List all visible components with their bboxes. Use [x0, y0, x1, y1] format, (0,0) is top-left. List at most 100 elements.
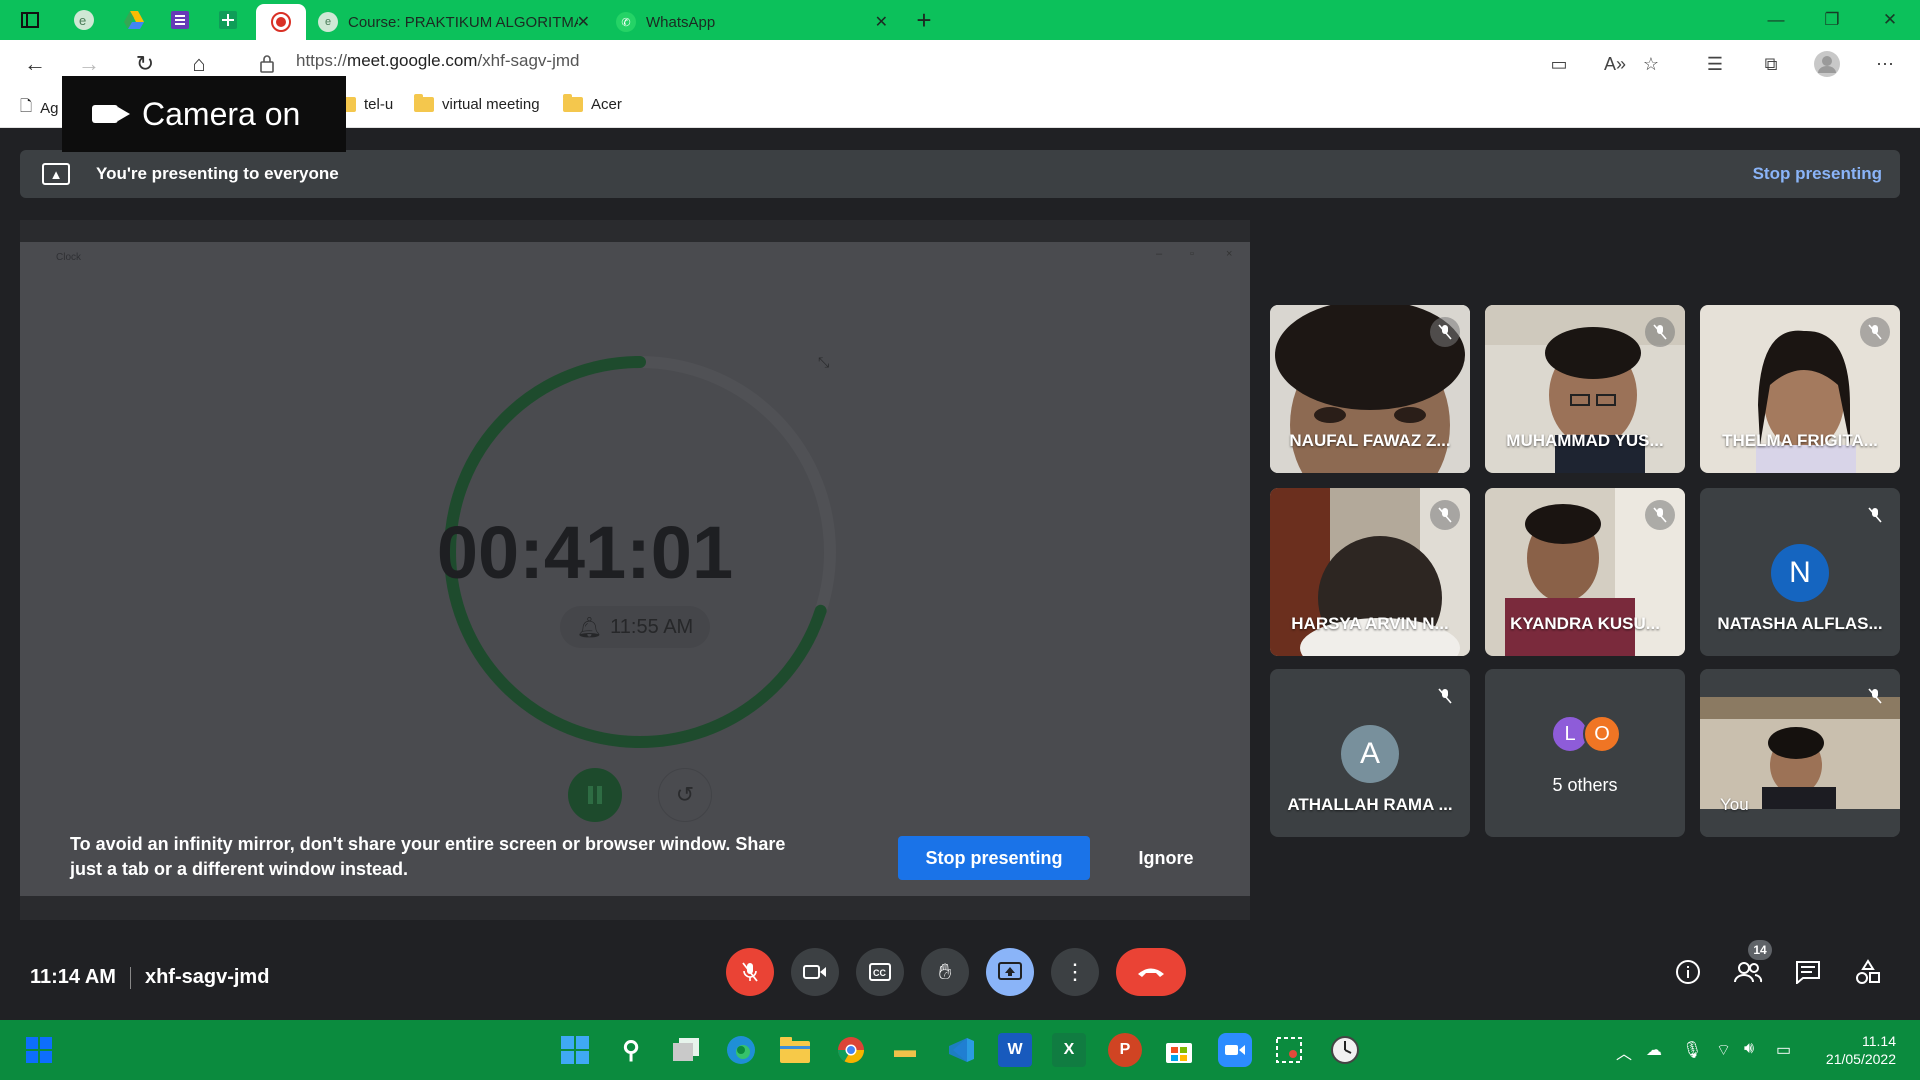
- reload-icon[interactable]: ↻: [130, 49, 160, 79]
- profile-avatar[interactable]: [1812, 49, 1842, 79]
- pinned-tab-plus-icon[interactable]: [216, 8, 240, 32]
- mic-toggle-button[interactable]: [726, 948, 774, 996]
- read-aloud-icon[interactable]: A»: [1600, 49, 1630, 79]
- tab-course[interactable]: e Course: PRAKTIKUM ALGORITMA ✕: [306, 4, 602, 40]
- participant-tile[interactable]: KYANDRA KUSU...: [1485, 488, 1685, 656]
- microphone-icon[interactable]: 🎙︎: [1682, 1040, 1702, 1060]
- present-screen-icon: [998, 962, 1022, 980]
- participant-tile[interactable]: MUHAMMAD YUS...: [1485, 305, 1685, 473]
- bookmark-label: virtual meeting: [442, 96, 540, 113]
- presenting-text: You're presenting to everyone: [96, 164, 339, 183]
- others-tile[interactable]: L O 5 others: [1485, 669, 1685, 837]
- reset-icon: ↺: [658, 768, 712, 822]
- self-tile[interactable]: You: [1700, 669, 1900, 837]
- muted-mic-icon: [1645, 317, 1675, 347]
- zoom-icon[interactable]: [1218, 1033, 1252, 1067]
- muted-mic-icon: [1430, 681, 1460, 711]
- participant-tile[interactable]: N NATASHA ALFLAS...: [1700, 488, 1900, 656]
- close-tab-icon[interactable]: ✕: [577, 12, 590, 32]
- pinned-tab-moodle-icon[interactable]: e: [72, 8, 96, 32]
- participant-tile[interactable]: NAUFAL FAWAZ Z...: [1270, 305, 1470, 473]
- close-window-icon[interactable]: ✕: [1862, 0, 1918, 40]
- participant-name: MUHAMMAD YUS...: [1506, 431, 1664, 450]
- vscode-icon[interactable]: [944, 1033, 978, 1067]
- tab-meet-recording[interactable]: [256, 4, 306, 40]
- muted-mic-icon: [1645, 500, 1675, 530]
- muted-mic-icon: [1430, 317, 1460, 347]
- lock-icon[interactable]: [252, 49, 282, 79]
- word-icon[interactable]: W: [998, 1033, 1032, 1067]
- camera-toggle-button[interactable]: [791, 948, 839, 996]
- activities-button[interactable]: [1846, 950, 1890, 994]
- edge-icon[interactable]: [724, 1033, 758, 1067]
- more-options-button[interactable]: ⋮: [1051, 948, 1099, 996]
- camera-in-use-icon[interactable]: ▭: [1544, 49, 1574, 79]
- snipping-tool-icon[interactable]: [1272, 1033, 1306, 1067]
- collections-icon[interactable]: ⧉: [1756, 49, 1786, 79]
- ignore-button[interactable]: Ignore: [1120, 836, 1212, 880]
- bookmark-virtual-meeting[interactable]: virtual meeting: [414, 94, 540, 113]
- powerpoint-icon[interactable]: P: [1108, 1033, 1142, 1067]
- captions-button[interactable]: CC: [856, 948, 904, 996]
- minimize-icon[interactable]: —: [1748, 0, 1804, 40]
- bell-icon: 🔔︎: [576, 616, 603, 639]
- camera-icon: [92, 105, 130, 123]
- onedrive-icon[interactable]: ☁: [1646, 1040, 1662, 1060]
- leave-call-button[interactable]: [1116, 948, 1186, 996]
- stop-presenting-button[interactable]: Stop presenting: [898, 836, 1090, 880]
- volume-icon[interactable]: 🔊︎: [1744, 1040, 1754, 1058]
- start-icon[interactable]: [22, 1033, 56, 1067]
- file-explorer-icon[interactable]: [778, 1033, 812, 1067]
- battery-icon[interactable]: ▭: [1776, 1040, 1791, 1060]
- more-menu-icon[interactable]: ⋯: [1870, 49, 1900, 79]
- alarm-time: 11:55 AM: [610, 615, 694, 638]
- bookmark-label: Acer: [591, 96, 622, 113]
- tray-clock[interactable]: 11.14 21/05/2022: [1826, 1032, 1896, 1068]
- tab-actions-icon[interactable]: [18, 8, 42, 32]
- muted-mic-icon: [1860, 681, 1890, 711]
- participant-tile[interactable]: A ATHALLAH RAMA ...: [1270, 669, 1470, 837]
- raise-hand-button[interactable]: ✋︎: [921, 948, 969, 996]
- forward-icon[interactable]: →: [74, 49, 104, 79]
- restore-icon[interactable]: ❐: [1804, 0, 1860, 40]
- timer-display: 00:41:01: [436, 511, 734, 594]
- new-tab-icon[interactable]: +: [912, 5, 936, 35]
- pen-app-icon[interactable]: ▬: [888, 1033, 922, 1067]
- participant-tile[interactable]: HARSYA ARVIN N...: [1270, 488, 1470, 656]
- chrome-icon[interactable]: [834, 1033, 868, 1067]
- clock-app-icon[interactable]: [1328, 1033, 1362, 1067]
- tray-overflow-icon[interactable]: ︿: [1616, 1040, 1632, 1064]
- meeting-details-button[interactable]: [1666, 950, 1710, 994]
- pinned-tab-drive-icon[interactable]: [122, 8, 146, 32]
- store-icon[interactable]: [1162, 1033, 1196, 1067]
- wifi-icon[interactable]: ⌔: [1716, 1040, 1731, 1060]
- close-tab-icon[interactable]: ✕: [875, 12, 888, 32]
- participant-tile[interactable]: THELMA FRIGITA...: [1700, 305, 1900, 473]
- favorites-icon[interactable]: ☰: [1700, 49, 1730, 79]
- task-view-icon[interactable]: [670, 1033, 704, 1067]
- end-call-icon: [1138, 968, 1164, 977]
- windows-start-icon[interactable]: [558, 1033, 592, 1067]
- back-icon[interactable]: ←: [20, 49, 50, 79]
- tab-whatsapp[interactable]: ✆ WhatsApp ✕: [604, 4, 900, 40]
- captions-icon: CC: [869, 963, 891, 981]
- meet-page: ▲ You're presenting to everyone Stop pre…: [0, 128, 1920, 1020]
- pinned-tab-forms-icon[interactable]: [168, 8, 192, 32]
- bookmark-acer[interactable]: Acer: [563, 94, 622, 113]
- moodle-favicon-icon: e: [318, 12, 338, 32]
- participant-name: THELMA FRIGITA...: [1722, 431, 1878, 450]
- bookmark-label: Ag: [40, 100, 59, 117]
- url-prefix: https://: [296, 51, 348, 70]
- search-icon[interactable]: ⚲: [614, 1033, 648, 1067]
- add-favorite-icon[interactable]: ☆: [1636, 49, 1666, 79]
- excel-icon[interactable]: X: [1052, 1033, 1086, 1067]
- tray-time: 11.14: [1862, 1033, 1896, 1049]
- svg-text:CC: CC: [873, 968, 886, 978]
- banner-stop-presenting-button[interactable]: Stop presenting: [1753, 164, 1882, 184]
- url-field[interactable]: https://meet.google.com/xhf-sagv-jmd: [296, 51, 579, 71]
- url-path: /xhf-sagv-jmd: [477, 51, 580, 70]
- chat-button[interactable]: [1786, 950, 1830, 994]
- bookmark-agenda[interactable]: 🗋 Ag: [20, 96, 58, 121]
- home-icon[interactable]: ⌂: [184, 49, 214, 79]
- present-button[interactable]: [986, 948, 1034, 996]
